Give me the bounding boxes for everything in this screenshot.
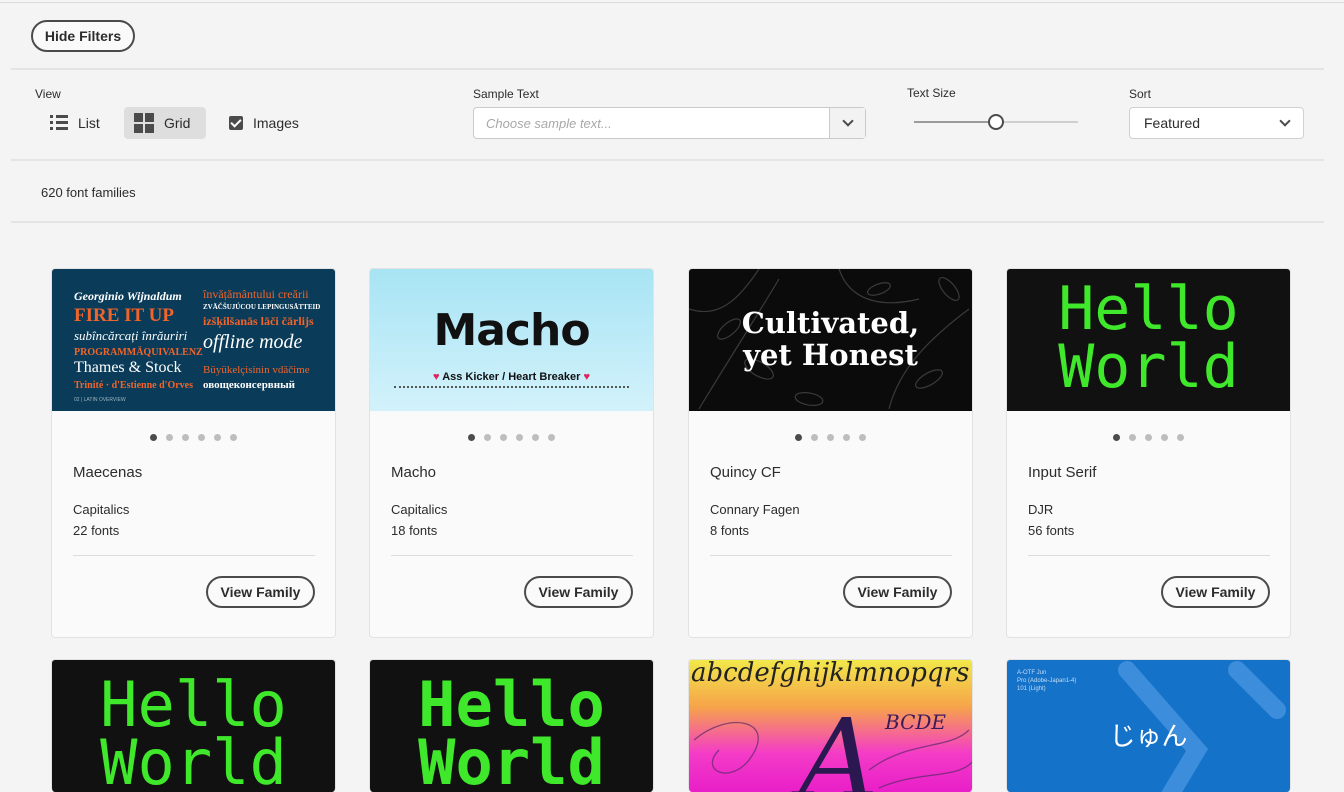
preview-line: yet Honest: [743, 338, 918, 372]
font-count: 22 fonts: [73, 523, 120, 538]
preview-title: Macho: [433, 305, 590, 356]
font-card-maecenas[interactable]: Georginio Wijnaldum FIRE IT UP subîncărc…: [51, 268, 336, 638]
preview-line: PROGRAMMÄQUIVALENZ: [74, 347, 203, 358]
swash-graphic: [693, 721, 972, 789]
preview-line: offline mode: [203, 331, 303, 353]
divider: [11, 159, 1324, 161]
preview-line: 02 | LATIN OVERVIEW: [74, 397, 126, 403]
view-list-button[interactable]: List: [40, 107, 110, 139]
foundry-name[interactable]: Capitalics: [73, 502, 129, 517]
list-icon: [50, 115, 68, 131]
image-carousel-dots[interactable]: [370, 434, 653, 441]
font-preview-image[interactable]: A-OTF Jun Pro (Adobe-Japan1-4) 101 (Ligh…: [1007, 660, 1290, 792]
preview-line: izšķilšanās lāči čārlijs: [203, 314, 314, 328]
card-divider: [1028, 555, 1270, 556]
sort-value: Featured: [1144, 115, 1201, 131]
sort-select[interactable]: Featured: [1129, 107, 1304, 139]
preview-line: Büyükelçisinin vdăčime: [203, 364, 310, 376]
preview-line: じゅん: [1109, 722, 1188, 752]
font-count: 8 fonts: [710, 523, 750, 538]
checkbox-icon[interactable]: [229, 116, 243, 130]
preview-line: овощеконсервный: [203, 379, 296, 391]
text-size-slider[interactable]: [914, 112, 1078, 132]
slider-thumb[interactable]: [988, 114, 1004, 130]
font-preview-image[interactable]: Georginio Wijnaldum FIRE IT UP subîncărc…: [52, 269, 335, 411]
preview-line: World: [100, 726, 287, 792]
card-divider: [391, 555, 633, 556]
preview-line: Hello: [1058, 274, 1239, 344]
results-count: 620 font families: [41, 185, 136, 200]
font-count: 18 fonts: [391, 523, 438, 538]
top-border: [0, 2, 1344, 3]
preview-line: subîncărcați înrăuriri: [74, 328, 188, 343]
heart-icon: ♥: [580, 371, 590, 383]
preview-subtitle: ♥ Ass Kicker / Heart Breaker ♥: [370, 371, 653, 383]
image-carousel-dots[interactable]: [52, 434, 335, 441]
font-card-macho[interactable]: Macho ♥ Ass Kicker / Heart Breaker ♥ Mac…: [369, 268, 654, 638]
preview-line: Pro (Adobe-Japan1-4): [1017, 678, 1077, 684]
sample-text-dropdown-button[interactable]: [829, 108, 865, 138]
images-label: Images: [253, 115, 299, 131]
font-preview-image[interactable]: Hello World: [1007, 269, 1290, 411]
text-size-label: Text Size: [907, 86, 956, 100]
sample-text-input[interactable]: [474, 108, 829, 138]
chevron-down-icon: [841, 115, 854, 127]
sort-label: Sort: [1129, 87, 1152, 101]
preview-line: Georginio Wijnaldum: [74, 289, 182, 303]
preview-line: World: [1058, 332, 1239, 402]
font-preview-image[interactable]: Hello World: [52, 660, 335, 792]
foundry-name[interactable]: DJR: [1028, 502, 1053, 517]
card-divider: [710, 555, 952, 556]
font-family-name[interactable]: Quincy CF: [710, 464, 781, 481]
font-card[interactable]: abcdefghijklmnopqrs BCDE A: [688, 659, 973, 792]
font-preview-image[interactable]: Cultivated, yet Honest: [689, 269, 972, 411]
card-divider: [73, 555, 315, 556]
font-card[interactable]: Hello World: [51, 659, 336, 792]
font-card[interactable]: A-OTF Jun Pro (Adobe-Japan1-4) 101 (Ligh…: [1006, 659, 1291, 792]
dotted-rule: [394, 386, 629, 388]
slider-fill: [914, 121, 996, 123]
font-preview-image[interactable]: Macho ♥ Ass Kicker / Heart Breaker ♥: [370, 269, 653, 411]
font-family-name[interactable]: Input Serif: [1028, 464, 1096, 481]
preview-line: 101 (Light): [1017, 686, 1046, 692]
font-card-input-serif[interactable]: Hello World Input Serif DJR 56 fonts Vie…: [1006, 268, 1291, 638]
font-card-quincy-cf[interactable]: Cultivated, yet Honest Quincy CF Connary…: [688, 268, 973, 638]
divider: [11, 68, 1324, 70]
view-family-button[interactable]: View Family: [843, 576, 952, 608]
preview-subtitle-text: Ass Kicker / Heart Breaker: [442, 371, 581, 383]
preview-line: Cultivated,: [741, 306, 920, 340]
font-card[interactable]: Hello World: [369, 659, 654, 792]
preview-line: ZVÄČŠUJÚCOU LEPINGUSÄTTEID: [203, 303, 321, 311]
font-family-name[interactable]: Maecenas: [73, 464, 142, 481]
font-preview-image[interactable]: Hello World: [370, 660, 653, 792]
foundry-name[interactable]: Connary Fagen: [710, 502, 800, 517]
preview-line: Thames & Stock: [74, 359, 182, 376]
image-carousel-dots[interactable]: [689, 434, 972, 441]
images-checkbox[interactable]: Images: [229, 107, 299, 139]
image-carousel-dots[interactable]: [1007, 434, 1290, 441]
font-preview-image[interactable]: abcdefghijklmnopqrs BCDE A: [689, 660, 972, 792]
divider: [11, 221, 1324, 223]
sample-text-combobox[interactable]: [473, 107, 866, 139]
grid-icon: [134, 113, 154, 133]
font-family-name[interactable]: Macho: [391, 464, 436, 481]
chevron-down-icon: [1279, 115, 1291, 127]
foundry-name[interactable]: Capitalics: [391, 502, 447, 517]
preview-line: A-OTF Jun: [1017, 670, 1047, 676]
view-family-button[interactable]: View Family: [206, 576, 315, 608]
preview-line: World: [418, 726, 605, 792]
view-family-button[interactable]: View Family: [1161, 576, 1270, 608]
heart-icon: ♥: [433, 371, 443, 383]
font-count: 56 fonts: [1028, 523, 1075, 538]
view-grid-button[interactable]: Grid: [124, 107, 206, 139]
preview-line: FIRE IT UP: [74, 305, 174, 326]
view-family-button[interactable]: View Family: [524, 576, 633, 608]
preview-line: Trinité · d'Estienne d'Orves: [74, 380, 193, 391]
preview-line: învățământului creării: [203, 287, 309, 301]
hide-filters-button[interactable]: Hide Filters: [31, 20, 135, 52]
sample-text-label: Sample Text: [473, 87, 539, 101]
view-label: View: [35, 87, 61, 101]
view-grid-label: Grid: [164, 115, 191, 131]
view-list-label: List: [78, 115, 100, 131]
